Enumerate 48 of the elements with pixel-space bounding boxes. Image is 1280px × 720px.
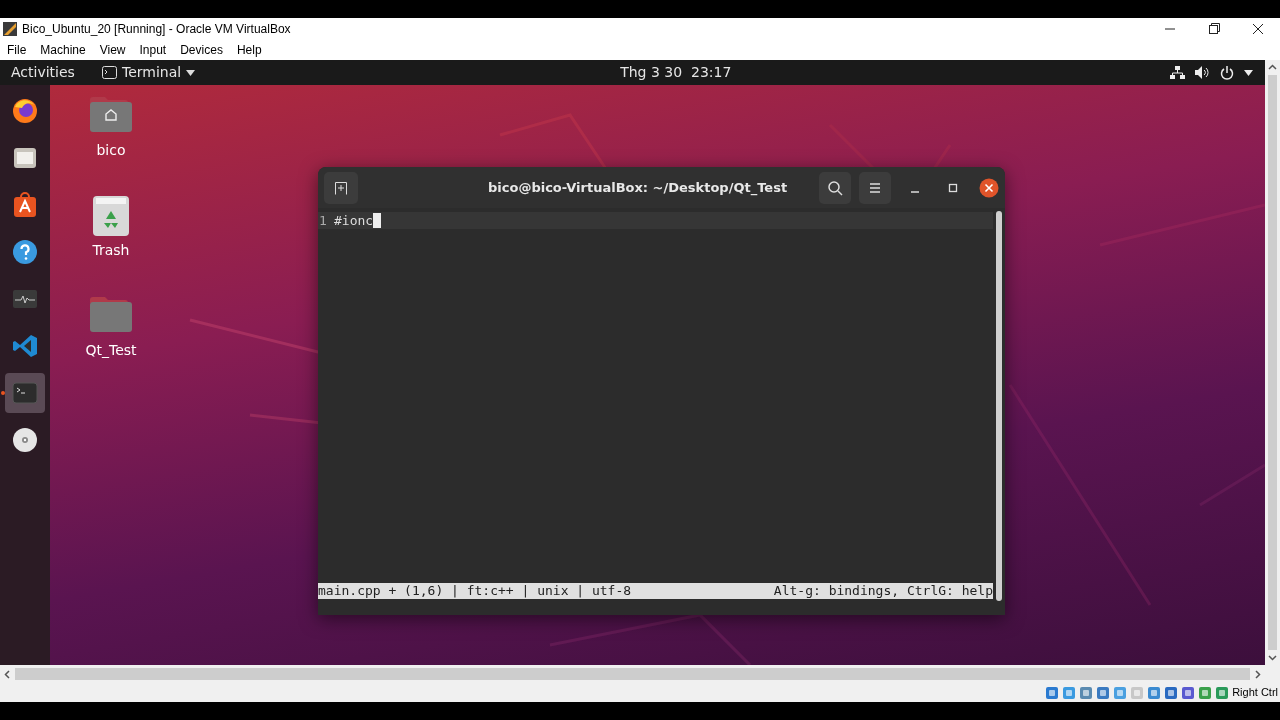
desktop-icon-label[interactable]: bico (96, 140, 126, 161)
help-icon (11, 238, 39, 266)
terminal-icon (102, 66, 117, 79)
power-icon[interactable] (1220, 65, 1234, 80)
disc-icon (11, 426, 39, 454)
device-status-icon[interactable] (1198, 685, 1213, 700)
desktop-icon-label[interactable]: Qt_Test (85, 340, 137, 361)
device-status-icon[interactable] (1215, 685, 1230, 700)
code-editor-icon (11, 332, 39, 360)
menu-icon[interactable] (859, 171, 891, 204)
menu-item[interactable]: Machine (40, 41, 86, 59)
desktop-icon-label[interactable]: Trash (92, 240, 130, 261)
device-status-icon[interactable] (1181, 685, 1196, 700)
text-cursor (373, 213, 382, 228)
line-number: 1 (318, 211, 328, 230)
menu-item[interactable]: View (99, 41, 126, 59)
caret-icon (186, 69, 196, 76)
scrollbar[interactable] (996, 211, 1002, 601)
shopping-bag-icon (11, 191, 39, 219)
volume-icon[interactable] (1195, 66, 1210, 79)
menu-item[interactable]: Input (139, 41, 167, 59)
clock[interactable]: Thg 3 30 23:17 (620, 62, 732, 83)
menu-item[interactable]: File (7, 41, 27, 59)
firefox-icon (11, 97, 39, 125)
vertical-scrollbar[interactable] (1265, 60, 1280, 665)
caret-icon[interactable] (1244, 69, 1253, 76)
network-icon[interactable] (1170, 66, 1185, 79)
terminal-title: bico@bico-VirtualBox: ~/Desktop/Qt_Test (488, 178, 788, 198)
status-help: Alt-g: bindings, CtrlG: help (773, 583, 993, 599)
device-status-icon[interactable] (1062, 685, 1077, 700)
device-status-icon[interactable] (1079, 685, 1094, 700)
menu-item[interactable]: Devices (180, 41, 223, 59)
app-icon (2, 21, 18, 37)
device-status-icon[interactable] (1096, 685, 1111, 700)
code-line: #ionc (334, 211, 374, 230)
app-menu[interactable]: Terminal (102, 62, 196, 83)
device-status-icon[interactable] (1147, 685, 1162, 700)
host-key-label: Right Ctrl (1232, 685, 1278, 701)
status-line: main.cpp + (1,6) | ft:c++ | unix | utf-8 (318, 583, 632, 599)
horizontal-scrollbar[interactable] (0, 665, 1280, 683)
search-icon[interactable] (819, 171, 851, 204)
close-icon[interactable] (979, 177, 999, 198)
device-status-icon[interactable] (1164, 685, 1179, 700)
activities-button[interactable]: Activities (11, 62, 91, 83)
device-status-icon[interactable] (1045, 685, 1060, 700)
new-tab-icon[interactable] (324, 171, 358, 204)
menu-item[interactable]: Help (236, 41, 262, 59)
window-title: Bico_Ubuntu_20 [Running] - Oracle VM VirtualBox (22, 21, 291, 38)
